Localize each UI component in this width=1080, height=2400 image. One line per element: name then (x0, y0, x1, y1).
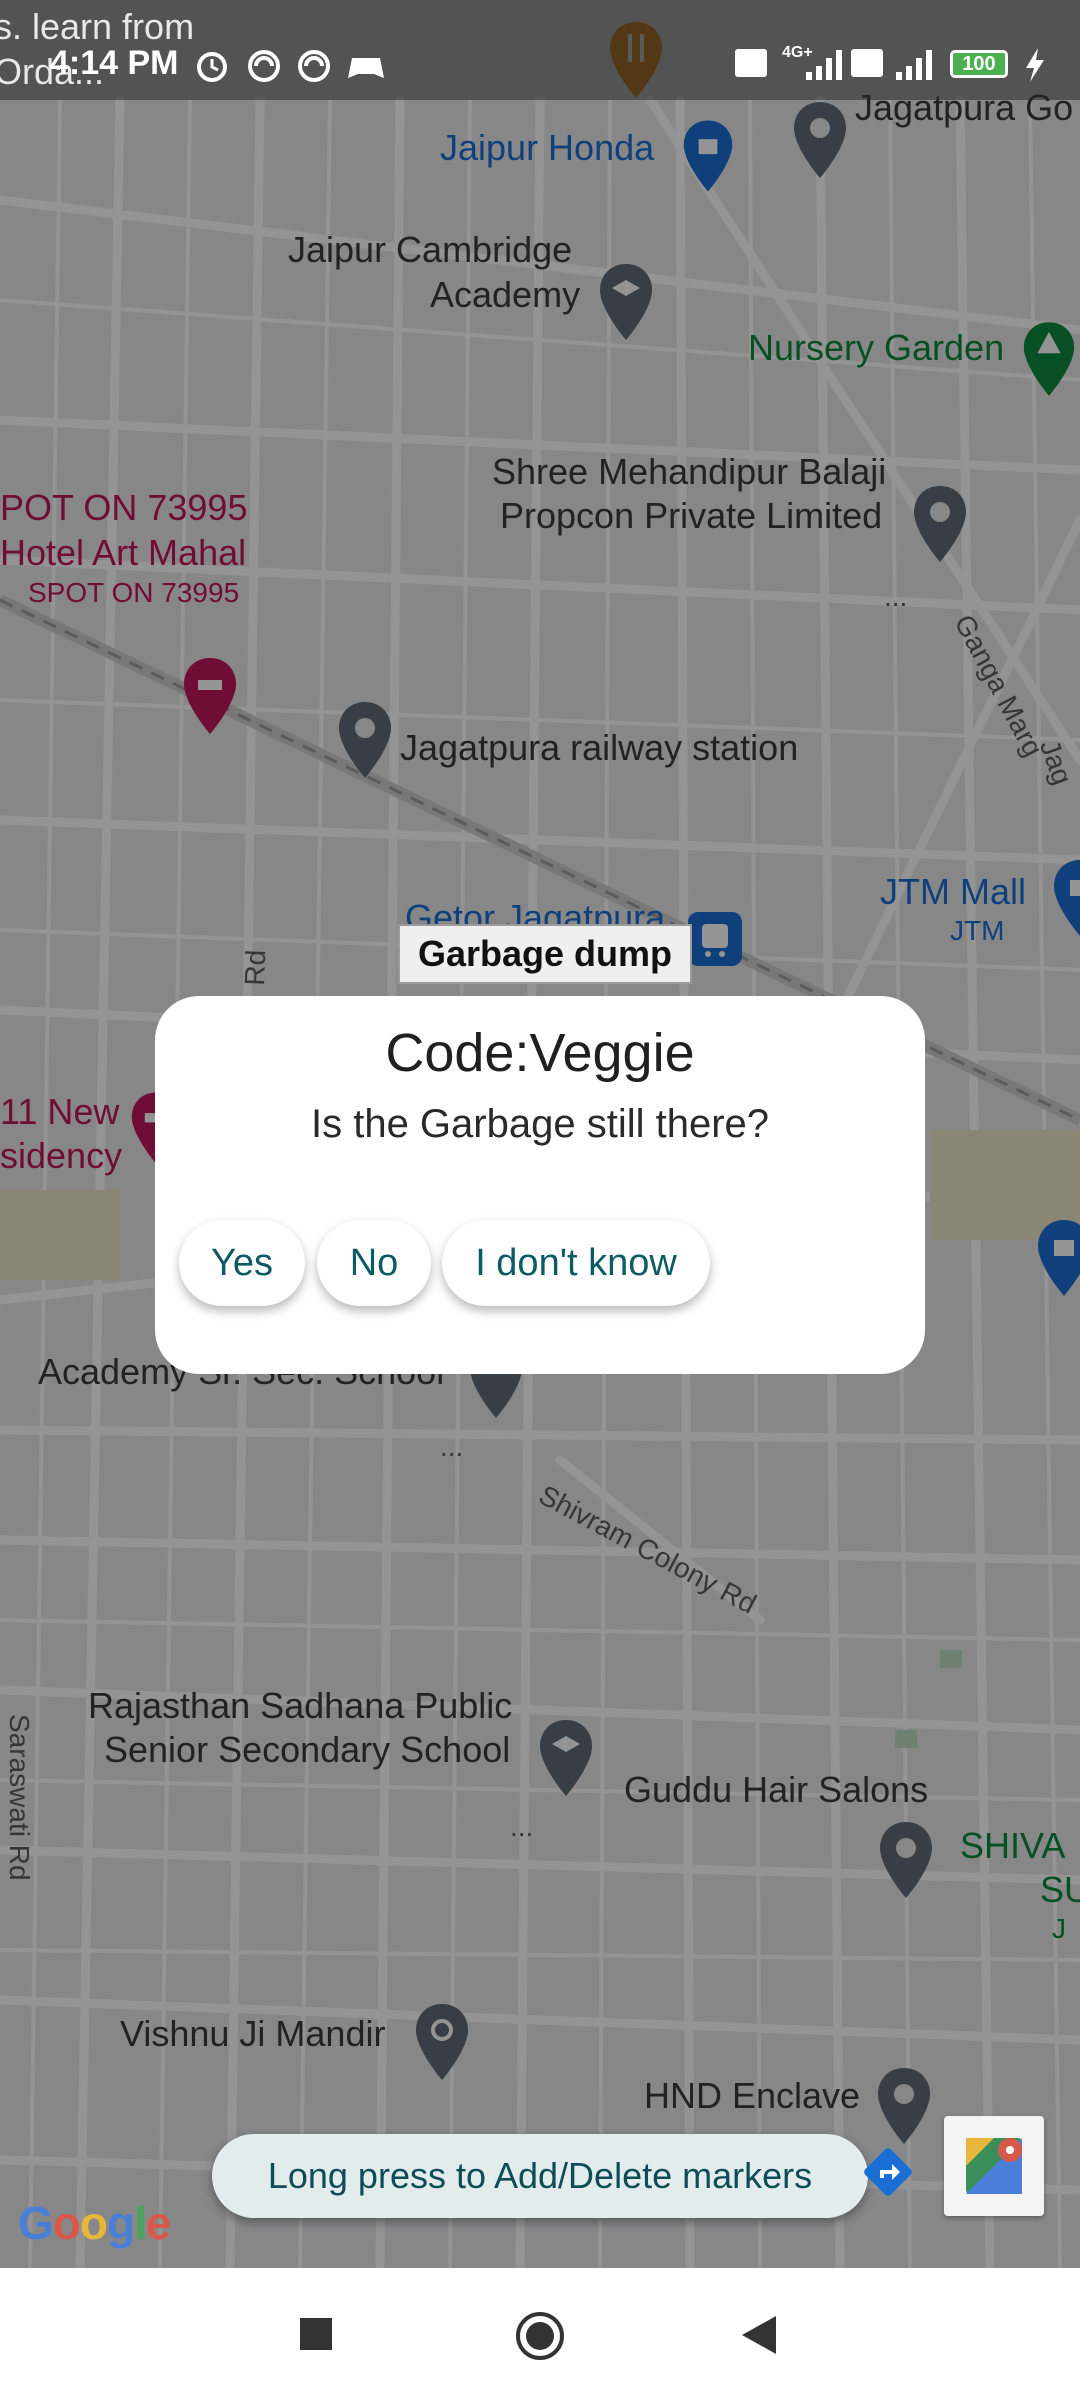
status-time: 4:14 PM (50, 44, 179, 82)
sync-icon (248, 50, 280, 82)
battery-icon: 100 (950, 50, 1008, 78)
dialog-title: Code:Veggie (385, 1023, 695, 1083)
alarm-icon (197, 52, 227, 82)
charging-icon (1026, 48, 1044, 82)
dont-know-button[interactable]: I don't know (442, 1220, 710, 1306)
back-triangle-icon[interactable] (740, 2314, 780, 2356)
garbage-status-dialog: Code:Veggie Is the Garbage still there? … (155, 996, 925, 1374)
signal-icon (806, 50, 842, 80)
yes-button[interactable]: Yes (179, 1220, 305, 1306)
marker-info-window[interactable]: Garbage dump (398, 924, 693, 984)
dialog-message: Is the Garbage still there? (310, 1102, 770, 1146)
signal-icon (896, 50, 932, 80)
system-navigation-bar (0, 2268, 1080, 2400)
volte-icon (851, 49, 883, 77)
directions-icon[interactable] (862, 2146, 914, 2198)
no-button[interactable]: No (317, 1220, 431, 1306)
google-maps-icon (966, 2138, 1022, 2194)
volte-icon (735, 49, 767, 77)
status-bar: s. learn from Orda... 4:14 PM 4G+ 100 (0, 0, 1080, 100)
home-circle-icon[interactable] (514, 2310, 566, 2362)
game-controller-icon (348, 58, 384, 78)
sync-icon (298, 50, 330, 82)
recents-square-icon[interactable] (298, 2316, 334, 2352)
google-logo: Google (18, 2197, 171, 2249)
snackbar-hint: Long press to Add/Delete markers (212, 2134, 868, 2218)
open-in-maps-button[interactable] (944, 2116, 1044, 2216)
